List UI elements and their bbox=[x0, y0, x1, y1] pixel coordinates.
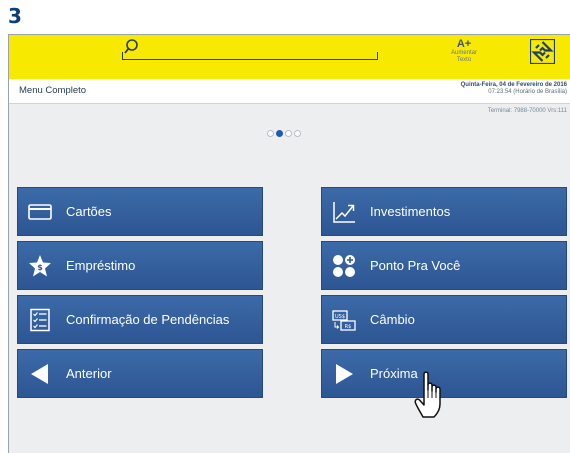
top-bar: A+ Aumentar Texto bbox=[9, 35, 570, 79]
menu-button-investimentos[interactable]: Investimentos bbox=[321, 187, 567, 236]
card-icon bbox=[28, 204, 52, 220]
menu-button-cartoes[interactable]: Cartões bbox=[17, 187, 263, 236]
svg-text:US$: US$ bbox=[335, 314, 345, 320]
arrow-left-icon bbox=[31, 364, 48, 384]
page-header: Menu Completo Quinta-Feira, 04 de Fevere… bbox=[9, 79, 570, 104]
chart-up-icon bbox=[333, 202, 355, 223]
menu-button-label: Confirmação de Pendências bbox=[66, 312, 230, 327]
app-frame: A+ Aumentar Texto Menu Completo Quinta-F… bbox=[8, 34, 570, 453]
step-number: 3 bbox=[8, 4, 22, 28]
svg-text:R$: R$ bbox=[345, 324, 352, 330]
menu-button-label: Câmbio bbox=[370, 312, 415, 327]
page-dot-2[interactable] bbox=[276, 130, 283, 137]
increase-text-caption-2: Texto bbox=[456, 57, 472, 63]
menu-button-ponto-pra-voce[interactable]: Ponto Pra Você bbox=[321, 241, 567, 290]
menu-button-emprestimo[interactable]: $ Empréstimo bbox=[17, 241, 263, 290]
points-icon bbox=[333, 255, 355, 277]
hand-cursor-icon bbox=[414, 371, 441, 418]
increase-text-label: A+ bbox=[456, 38, 472, 50]
page-dot-3[interactable] bbox=[285, 130, 292, 137]
menu-button-label: Próxima bbox=[370, 366, 418, 381]
terminal-info: Terminal: 7988-70000 Vrs:111 bbox=[487, 108, 567, 114]
previous-button[interactable]: Anterior bbox=[17, 349, 263, 398]
page-dot-4[interactable] bbox=[294, 130, 301, 137]
checklist-icon bbox=[30, 308, 50, 332]
page-indicator bbox=[267, 130, 301, 140]
menu-button-label: Empréstimo bbox=[66, 258, 136, 273]
exchange-icon: US$ R$ bbox=[332, 310, 356, 331]
menu-button-label: Ponto Pra Você bbox=[370, 258, 461, 273]
time-text: 07:23:54 (Horário de Brasília) bbox=[488, 89, 567, 95]
menu-button-cambio[interactable]: US$ R$ Câmbio bbox=[321, 295, 567, 344]
page-title: Menu Completo bbox=[19, 85, 87, 96]
date-text: Quinta-Feira, 04 de Fevereiro de 2016 bbox=[460, 82, 567, 88]
arrow-right-icon bbox=[336, 364, 353, 384]
search-input[interactable] bbox=[122, 52, 378, 60]
page-dot-1[interactable] bbox=[267, 130, 274, 137]
increase-text-button[interactable]: A+ Aumentar Texto bbox=[441, 39, 487, 64]
svg-text:$: $ bbox=[37, 263, 43, 272]
star-dollar-icon: $ bbox=[29, 255, 51, 277]
menu-button-label: Anterior bbox=[66, 366, 112, 381]
menu-button-confirmacao[interactable]: Confirmação de Pendências bbox=[17, 295, 263, 344]
menu-button-label: Cartões bbox=[66, 204, 112, 219]
bank-logo-icon bbox=[530, 39, 555, 64]
menu-button-label: Investimentos bbox=[370, 204, 451, 219]
increase-text-caption: Aumentar bbox=[450, 50, 477, 56]
